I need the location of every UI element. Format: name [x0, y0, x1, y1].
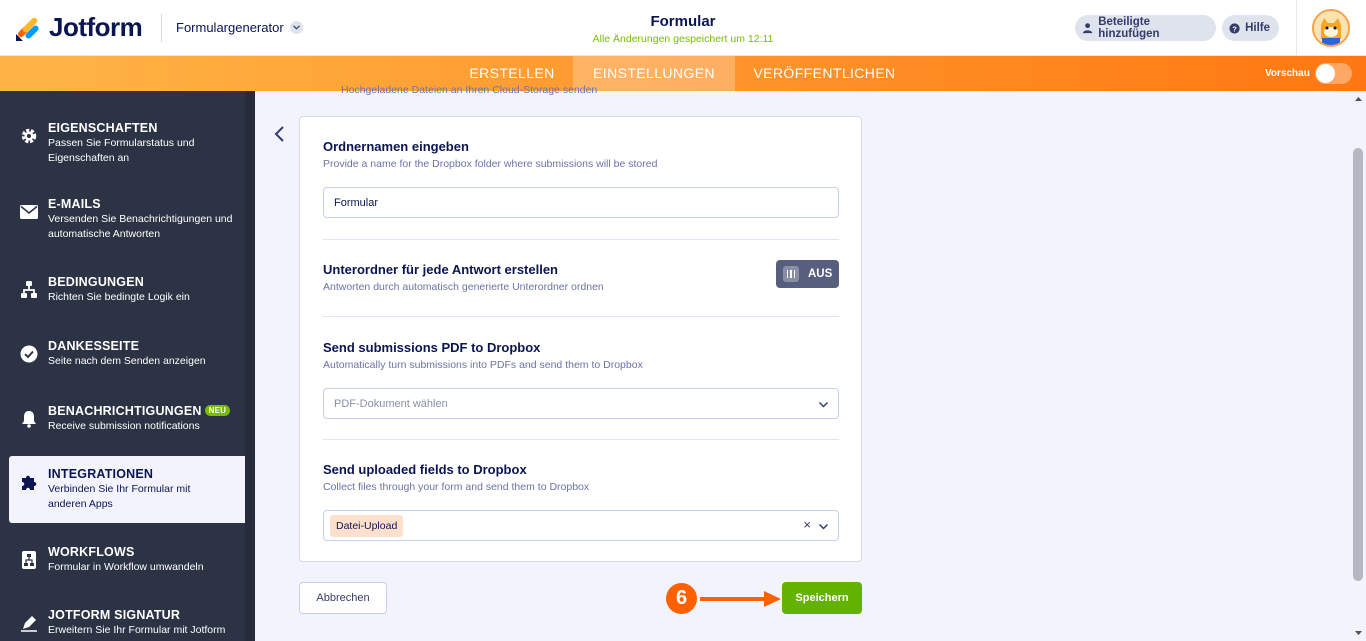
sidebar-item-notifications[interactable]: BENACHRICHTIGUNGEN NEU Receive submission… — [0, 404, 245, 434]
header-divider — [1296, 0, 1297, 56]
form-title-area: Formular Alle Änderungen gespeichert um … — [583, 13, 783, 45]
sidebar-item-workflows[interactable]: WORKFLOWS Formular in Workflow umwandeln — [0, 545, 245, 575]
sidebar-item-title: DANKESSEITE — [48, 339, 140, 353]
preview-toggle[interactable] — [1315, 63, 1352, 84]
sidebar-item-thankyou[interactable]: DANKESSEITE Seite nach dem Senden anzeig… — [0, 339, 245, 369]
sidebar-item-title: BENACHRICHTIGUNGEN NEU — [48, 404, 231, 418]
arrow-right-icon — [700, 591, 781, 607]
header-divider — [161, 14, 162, 42]
section-divider — [322, 316, 839, 317]
sidebar-item-desc: Formular in Workflow umwandeln — [48, 561, 204, 573]
subfolder-toggle-label: AUS — [808, 268, 833, 280]
add-collaborators-button[interactable]: Beteiligte hinzufügen — [1075, 15, 1216, 41]
sidebar-item-desc: Verbinden Sie Ihr Formular mit anderen A… — [48, 483, 191, 510]
settings-sidebar: EIGENSCHAFTEN Passen Sie Formularstatus … — [0, 91, 255, 641]
sidebar-item-signature[interactable]: JOTFORM SIGNATUR Erweitern Sie Ihr Formu… — [0, 608, 245, 638]
selected-field-tag[interactable]: Datei-Upload — [330, 515, 404, 537]
jotform-logo-icon — [16, 17, 39, 41]
form-generator-dropdown[interactable]: Formulargenerator — [176, 20, 303, 35]
sidebar-item-desc: Passen Sie Formularstatus und Eigenschaf… — [48, 137, 195, 164]
sidebar-item-desc: Versenden Sie Benachrichtigungen und aut… — [48, 213, 233, 240]
main-scrollbar[interactable] — [1351, 91, 1366, 641]
sidebar-item-desc: Richten Sie bedingte Logik ein — [48, 291, 190, 303]
sidebar-item-title: E-MAILS — [48, 197, 101, 211]
gear-icon — [18, 125, 40, 147]
folder-name-input[interactable]: Formular — [323, 187, 839, 218]
sidebar-item-emails[interactable]: E-MAILS Versenden Sie Benachrichtigungen… — [0, 197, 245, 242]
sidebar-item-properties[interactable]: EIGENSCHAFTEN Passen Sie Formularstatus … — [0, 121, 245, 166]
new-badge: NEU — [204, 405, 231, 416]
dropbox-settings-card: Ordnernamen eingeben Provide a name for … — [299, 116, 862, 562]
scroll-down-icon[interactable] — [1351, 628, 1366, 638]
folder-name-desc: Provide a name for the Dropbox folder wh… — [323, 158, 658, 170]
section-divider — [322, 239, 839, 240]
sidebar-scrollbar[interactable] — [245, 91, 255, 641]
builder-tab-bar: ERSTELLEN EINSTELLUNGEN VERÖFFENTLICHEN … — [0, 56, 1366, 91]
folder-name-title: Ordnernamen eingeben — [323, 139, 469, 154]
envelope-icon — [18, 201, 40, 223]
form-title[interactable]: Formular — [583, 13, 783, 30]
brand-name: Jotform — [49, 12, 143, 42]
chevron-left-icon — [274, 126, 284, 142]
tab-publish[interactable]: VERÖFFENTLICHEN — [737, 56, 912, 91]
check-circle-icon — [18, 343, 40, 365]
help-label: Hilfe — [1245, 22, 1270, 34]
sidebar-item-title: EIGENSCHAFTEN — [48, 121, 158, 135]
sidebar-item-desc: Erweitern Sie Ihr Formular mit Jotform — [48, 624, 226, 636]
back-button[interactable] — [270, 124, 290, 144]
question-icon: ? — [1229, 22, 1240, 34]
jotform-logo[interactable]: Jotform — [15, 12, 143, 43]
bell-icon — [18, 408, 40, 430]
avatar[interactable] — [1312, 9, 1350, 47]
sidebar-item-title-text: BENACHRICHTIGUNGEN — [48, 404, 202, 418]
step-number-badge: 6 — [666, 583, 697, 614]
toggle-grip-icon — [783, 266, 799, 282]
scrollbar-thumb[interactable] — [1353, 148, 1363, 581]
puzzle-icon — [18, 471, 40, 493]
saved-status: Alle Änderungen gespeichert um 12:11 — [592, 33, 774, 45]
pdf-document-select[interactable]: PDF-Dokument wählen — [323, 388, 839, 419]
sidebar-item-title: INTEGRATIONEN — [48, 467, 154, 481]
user-icon — [1082, 23, 1093, 34]
sidebar-item-desc: Receive submission notifications — [48, 420, 200, 432]
toggle-knob — [1316, 64, 1335, 83]
pdf-select-placeholder: PDF-Dokument wählen — [334, 397, 448, 410]
subfolder-toggle[interactable]: AUS — [776, 260, 839, 288]
cat-avatar-icon — [1314, 11, 1348, 45]
sidebar-item-title: WORKFLOWS — [48, 545, 135, 559]
cancel-button[interactable]: Abbrechen — [299, 582, 387, 614]
pdf-desc: Automatically turn submissions into PDFs… — [323, 359, 643, 371]
sidebar-item-desc: Seite nach dem Senden anzeigen — [48, 355, 206, 367]
add-collaborators-label: Beteiligte hinzufügen — [1098, 16, 1160, 40]
clear-selection-icon[interactable]: × — [803, 517, 811, 532]
top-header: Jotform Formulargenerator Formular Alle … — [0, 0, 1366, 56]
section-divider — [322, 439, 839, 440]
svg-text:?: ? — [1232, 24, 1237, 33]
sidebar-item-title: BEDINGUNGEN — [48, 275, 144, 289]
logic-tree-icon — [18, 279, 40, 301]
help-button[interactable]: ? Hilfe — [1222, 15, 1279, 41]
sidebar-item-integrations[interactable]: INTEGRATIONEN Verbinden Sie Ihr Formular… — [9, 456, 245, 523]
chevron-down-icon — [818, 401, 829, 408]
pdf-title: Send submissions PDF to Dropbox — [323, 340, 541, 355]
chevron-down-icon[interactable] — [818, 521, 829, 532]
uploaded-fields-desc: Collect files through your form and send… — [323, 481, 590, 493]
tab-settings[interactable]: EINSTELLUNGEN — [573, 56, 735, 91]
save-button[interactable]: Speichern — [782, 582, 862, 614]
preview-label: Vorschau — [1265, 68, 1310, 79]
subfolder-title: Unterordner für jede Antwort erstellen — [323, 262, 558, 277]
scroll-up-icon[interactable] — [1351, 94, 1366, 104]
pen-icon — [18, 612, 40, 634]
sidebar-item-conditions[interactable]: BEDINGUNGEN Richten Sie bedingte Logik e… — [0, 275, 245, 305]
form-generator-label: Formulargenerator — [176, 20, 284, 35]
subfolder-desc: Antworten durch automatisch generierte U… — [323, 281, 604, 293]
uploaded-fields-title: Send uploaded fields to Dropbox — [323, 462, 527, 477]
clipped-description: Hochgeladene Dateien an Ihren Cloud-Stor… — [341, 84, 598, 96]
sidebar-item-title: JOTFORM SIGNATUR — [48, 608, 181, 622]
workflow-icon — [18, 549, 40, 571]
chevron-down-icon — [289, 21, 303, 34]
uploaded-fields-select[interactable]: Datei-Upload × — [323, 510, 839, 541]
